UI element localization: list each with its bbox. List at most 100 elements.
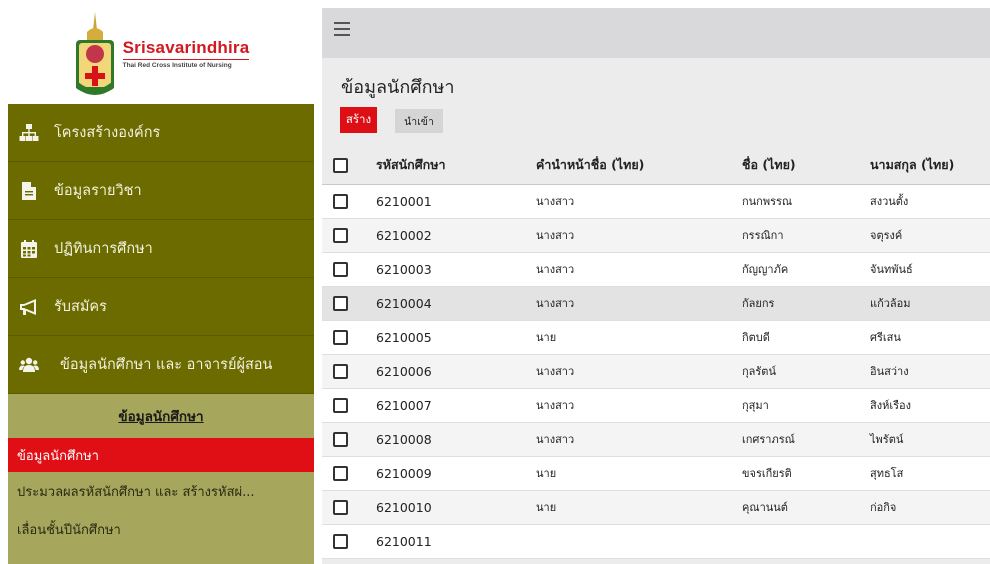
- cell-firstname-th: คุณานนต์: [732, 490, 860, 525]
- row-checkbox[interactable]: [333, 432, 348, 447]
- row-checkbox[interactable]: [333, 296, 348, 311]
- logo[interactable]: Srisavarindhira Thai Red Cross Institute…: [8, 8, 314, 104]
- submenu-item-process-student-id[interactable]: ประมวลผลรหัสนักศึกษา และ สร้างรหัสผ่...: [8, 472, 314, 510]
- cell-firstname-th: กนกพรรณ: [732, 184, 860, 219]
- cell-student-id: 6210004: [366, 286, 526, 321]
- row-checkbox[interactable]: [333, 466, 348, 481]
- row-select-cell: [322, 218, 366, 253]
- row-checkbox[interactable]: [333, 398, 348, 413]
- sidebar-item-label: รับสมัคร: [54, 299, 107, 315]
- row-select-cell: [322, 524, 366, 559]
- cell-student-id: 6210007: [366, 388, 526, 423]
- cell-firstname-th: ขจรเกียรติ: [732, 456, 860, 491]
- submenu-item-student-info[interactable]: ข้อมูลนักศึกษา: [8, 438, 314, 472]
- table-row[interactable]: 6210002 นางสาว กรรณิกา จตุรงค์: [322, 218, 990, 253]
- cell-title-th: [526, 524, 732, 559]
- row-checkbox[interactable]: [333, 262, 348, 277]
- row-checkbox[interactable]: [333, 330, 348, 345]
- cell-lastname-th: ไพรัตน์: [860, 422, 990, 457]
- row-select-cell: [322, 456, 366, 491]
- submenu-item-promote-year[interactable]: เลื่อนชั้นปีนักศึกษา: [8, 510, 314, 548]
- row-checkbox[interactable]: [333, 194, 348, 209]
- table-row[interactable]: 6210006 นางสาว กุลรัตน์ อินสว่าง: [322, 354, 990, 389]
- cell-lastname-th: อินสว่าง: [860, 354, 990, 389]
- cell-title-th: นาย: [526, 456, 732, 491]
- submenu-title[interactable]: ข้อมูลนักศึกษา: [8, 394, 314, 438]
- table-row[interactable]: 6210008 นางสาว เกศราภรณ์ ไพรัตน์: [322, 422, 990, 457]
- cell-student-id: 6210001: [366, 184, 526, 219]
- cell-firstname-th: [732, 524, 860, 559]
- cell-student-id: 6210009: [366, 456, 526, 491]
- page-title: ข้อมูลนักศึกษา: [341, 77, 455, 98]
- cell-firstname-th: กัญญาภัค: [732, 252, 860, 287]
- sidebar-submenu: ข้อมูลนักศึกษา ข้อมูลนักศึกษา ประมวลผลรห…: [8, 394, 314, 564]
- sitemap-icon: [18, 122, 40, 144]
- row-checkbox[interactable]: [333, 500, 348, 515]
- file-icon: [18, 180, 40, 202]
- table-row[interactable]: 6210010 นาย คุณานนต์ ก่อกิจ: [322, 490, 990, 525]
- cell-lastname-th: จตุรงค์: [860, 218, 990, 253]
- cell-firstname-th: กัลยกร: [732, 286, 860, 321]
- table-row[interactable]: 6210005 นาย กิตบดี ศรีเสน: [322, 320, 990, 355]
- cell-student-id: 6210002: [366, 218, 526, 253]
- sidebar-item-admission[interactable]: รับสมัคร: [8, 278, 314, 336]
- row-select-cell: [322, 184, 366, 219]
- logo-subtitle: Thai Red Cross Institute of Nursing: [122, 62, 232, 69]
- table-row[interactable]: 6210007 นางสาว กุสุมา สิงห์เรือง: [322, 388, 990, 423]
- cell-lastname-th: ก่อกิจ: [860, 490, 990, 525]
- row-select-cell: [322, 388, 366, 423]
- create-button[interactable]: สร้าง: [340, 107, 377, 133]
- cell-lastname-th: สุทธโส: [860, 456, 990, 491]
- megaphone-icon: [18, 296, 40, 318]
- table-row[interactable]: 6210003 นางสาว กัญญาภัค จันทพันธ์: [322, 252, 990, 287]
- table-header-row: รหัสนักศึกษา คำนำหน้าชื่อ (ไทย) ชื่อ (ไท…: [322, 147, 990, 185]
- sidebar-item-label: ข้อมูลนักศึกษา และ อาจารย์ผู้สอน: [60, 357, 273, 373]
- sidebar-item-org-structure[interactable]: โครงสร้างองค์กร: [8, 104, 314, 162]
- cell-firstname-th: เกศราภรณ์: [732, 422, 860, 457]
- cell-title-th: นาย: [526, 320, 732, 355]
- column-header-title-th[interactable]: คำนำหน้าชื่อ (ไทย): [526, 147, 732, 185]
- column-header-firstname-th[interactable]: ชื่อ (ไทย): [732, 147, 860, 185]
- row-select-cell: [322, 252, 366, 287]
- cell-title-th: นางสาว: [526, 422, 732, 457]
- select-all-checkbox[interactable]: [333, 158, 348, 174]
- row-checkbox[interactable]: [333, 534, 348, 549]
- cell-student-id: 6210010: [366, 490, 526, 525]
- column-header-student-id[interactable]: รหัสนักศึกษา: [366, 147, 526, 185]
- cell-title-th: นางสาว: [526, 354, 732, 389]
- cell-title-th: นางสาว: [526, 286, 732, 321]
- cell-firstname-th: กิตบดี: [732, 320, 860, 355]
- cell-firstname-th: กุลรัตน์: [732, 354, 860, 389]
- table-row[interactable]: 6210009 นาย ขจรเกียรติ สุทธโส: [322, 456, 990, 491]
- logo-name: Srisavarindhira: [122, 38, 250, 57]
- row-select-cell: [322, 286, 366, 321]
- row-select-cell: [322, 422, 366, 457]
- cell-student-id: 6210011: [366, 524, 526, 559]
- cell-title-th: นางสาว: [526, 388, 732, 423]
- sidebar-item-students-teachers[interactable]: ข้อมูลนักศึกษา และ อาจารย์ผู้สอน: [8, 336, 314, 394]
- table-row[interactable]: 6210004 นางสาว กัลยกร แก้วล้อม: [322, 286, 990, 321]
- row-select-cell: [322, 320, 366, 355]
- sidebar-item-calendar[interactable]: ปฏิทินการศึกษา: [8, 220, 314, 278]
- hamburger-menu-icon[interactable]: [334, 22, 350, 36]
- column-header-lastname-th[interactable]: นามสกุล (ไทย): [860, 147, 990, 185]
- import-button[interactable]: นำเข้า: [395, 109, 443, 133]
- cell-student-id: 6210008: [366, 422, 526, 457]
- select-all-cell: [322, 147, 366, 185]
- cell-title-th: นางสาว: [526, 252, 732, 287]
- top-bar: [322, 8, 990, 58]
- sidebar-item-label: ปฏิทินการศึกษา: [54, 241, 153, 257]
- cell-lastname-th: สิงห์เรือง: [860, 388, 990, 423]
- row-checkbox[interactable]: [333, 364, 348, 379]
- cell-lastname-th: [860, 524, 990, 559]
- sidebar-item-courses[interactable]: ข้อมูลรายวิชา: [8, 162, 314, 220]
- cell-firstname-th: กรรณิกา: [732, 218, 860, 253]
- sidebar: Srisavarindhira Thai Red Cross Institute…: [8, 8, 314, 564]
- table-row[interactable]: 6210011: [322, 524, 990, 559]
- table-row[interactable]: 6210001 นางสาว กนกพรรณ สงวนตั้ง: [322, 184, 990, 219]
- institute-emblem-icon: [75, 12, 114, 95]
- cell-lastname-th: ศรีเสน: [860, 320, 990, 355]
- row-checkbox[interactable]: [333, 228, 348, 243]
- cell-lastname-th: จันทพันธ์: [860, 252, 990, 287]
- cell-student-id: 6210003: [366, 252, 526, 287]
